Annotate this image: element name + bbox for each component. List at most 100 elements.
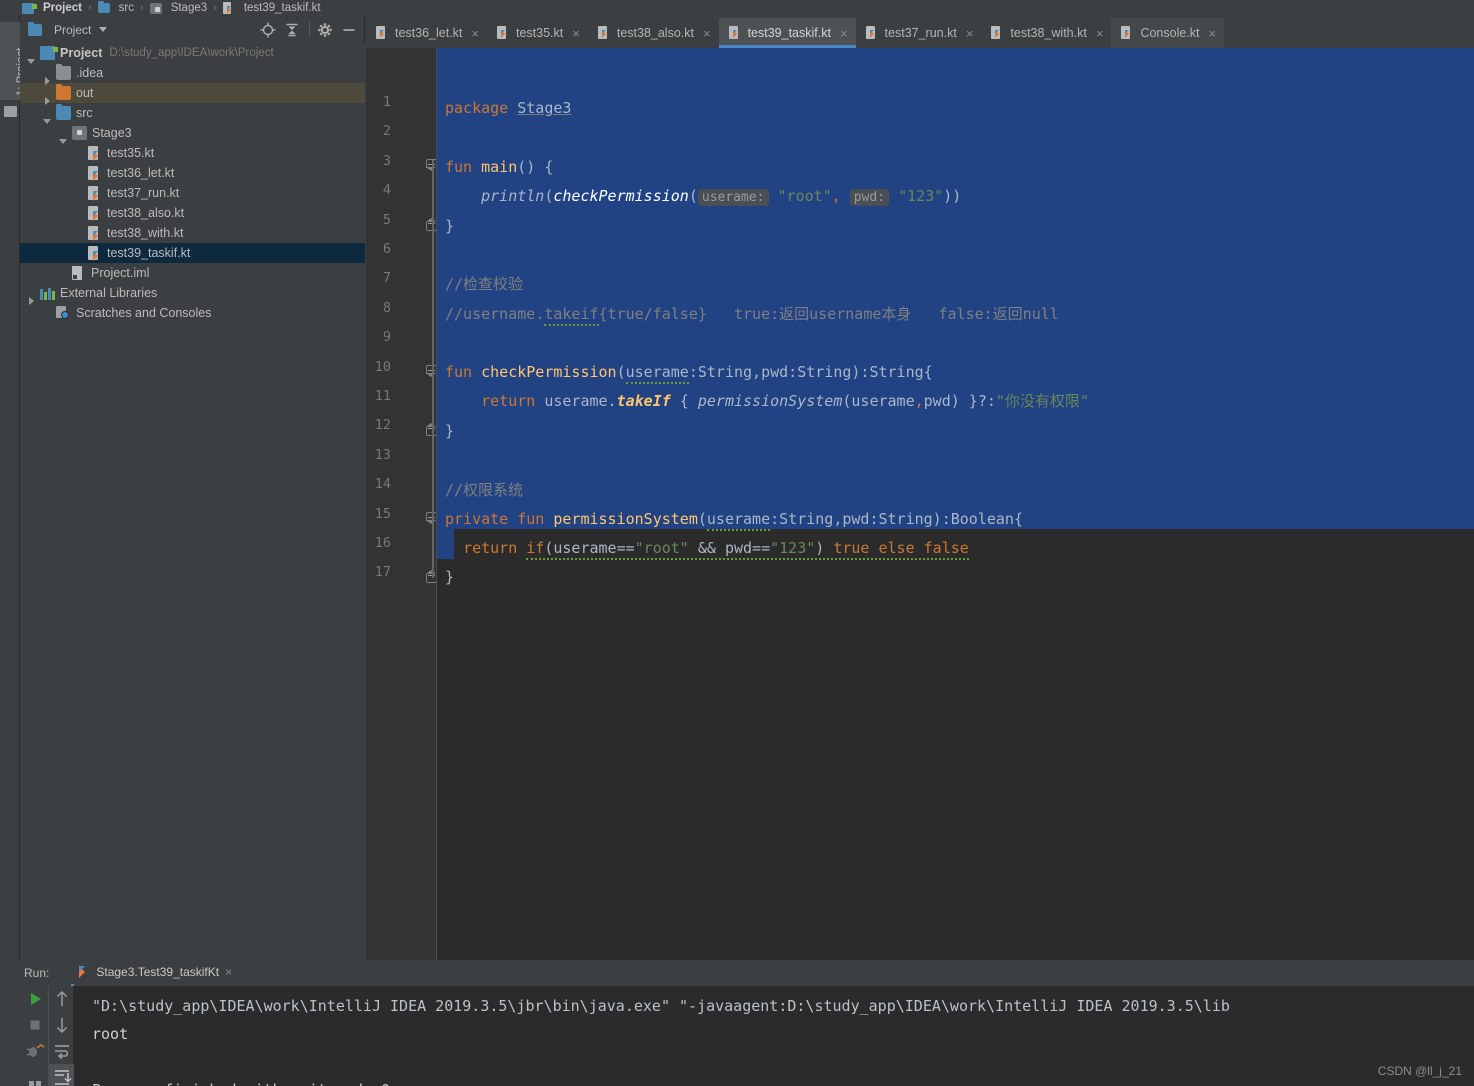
tree-item-label: test38_also.kt — [107, 206, 185, 220]
close-icon[interactable]: × — [966, 26, 974, 41]
locate-icon[interactable] — [259, 21, 277, 39]
hide-icon[interactable] — [340, 21, 358, 39]
tree-item-test38-with-kt[interactable]: test38_with.kt — [20, 223, 365, 243]
breadcrumb-label: src — [118, 2, 135, 14]
source-folder-icon — [97, 1, 110, 13]
code-line-14: //权限系统 — [445, 481, 524, 499]
tree-item--idea[interactable]: .idea — [20, 63, 365, 85]
code-line-1: package Stage3 — [445, 99, 572, 117]
tree-item-path: D:\study_app\IDEA\work\Project — [109, 47, 274, 59]
tree-item-scratches-and-consoles[interactable]: Scratches and Consoles — [20, 303, 365, 323]
line-number: 9 — [382, 329, 391, 346]
kotlin-file-icon — [88, 165, 102, 181]
tree-item-test39-taskif-kt[interactable]: test39_taskif.kt — [20, 243, 365, 263]
debug-icon[interactable] — [22, 1038, 48, 1064]
tree-item-label: Project — [60, 46, 103, 60]
tab-test38-with-kt[interactable]: test38_with.kt × — [981, 18, 1111, 48]
module-file-icon — [72, 265, 86, 281]
tree-item-label: src — [76, 106, 93, 120]
run-label: Run: — [24, 966, 50, 980]
tree-item-label: Stage3 — [92, 126, 132, 140]
code-line-4: println(checkPermission(userame: "root",… — [481, 187, 962, 206]
close-icon[interactable]: × — [840, 26, 848, 41]
kotlin-file-icon — [88, 225, 102, 241]
tree-item-out[interactable]: out — [20, 83, 365, 105]
code-line-7: //检查校验 — [445, 275, 524, 293]
close-icon[interactable]: × — [572, 26, 580, 41]
tree-item-stage3[interactable]: Stage3 — [20, 123, 365, 144]
tree-item-project-iml[interactable]: Project.iml — [20, 263, 365, 283]
tree-item-label: out — [76, 86, 94, 100]
code-text-area[interactable]: package Stage3 fun main() { println(chec… — [437, 48, 1474, 960]
project-panel-header: Project — [20, 16, 364, 43]
breadcrumb: Project › src › Stage3 › test39_taskif.k… — [0, 0, 1474, 16]
scroll-to-end-icon[interactable] — [49, 1064, 74, 1086]
rerun-icon[interactable] — [22, 986, 48, 1012]
console-output[interactable]: "D:\study_app\IDEA\work\IntelliJ IDEA 20… — [74, 986, 1474, 1086]
soft-wrap-icon[interactable] — [49, 1038, 74, 1064]
run-tool-window: Run: Stage3.Test39_taskifKt × "D:\study_… — [0, 960, 1474, 1086]
close-icon[interactable]: × — [225, 965, 232, 979]
editor-gutter[interactable]: 1 2 3 4 5 6 7 8 9 10 11 12 13 14 15 16 17 — [366, 48, 437, 960]
line-number: 11 — [374, 388, 391, 404]
library-icon — [40, 287, 55, 300]
line-number: 2 — [382, 123, 391, 140]
line-number: 17 — [374, 564, 391, 581]
tree-item-src[interactable]: src — [20, 103, 365, 124]
code-line-16: return if(userame=="root" && pwd=="123")… — [445, 534, 969, 563]
breadcrumb-item-stage3[interactable]: Stage3 — [149, 2, 208, 14]
kotlin-file-icon — [88, 185, 102, 201]
tab-test36-let-kt[interactable]: test36_let.kt × — [366, 18, 487, 48]
fold-rail — [431, 160, 434, 578]
breadcrumb-item-project[interactable]: Project — [22, 2, 82, 14]
kotlin-file-icon — [376, 26, 389, 40]
tab-test38-also-kt[interactable]: test38_also.kt × — [588, 18, 719, 48]
collapse-all-icon[interactable] — [283, 21, 301, 39]
tab-console-kt[interactable]: Console.kt × — [1111, 18, 1225, 48]
scratches-icon — [56, 306, 71, 320]
tree-item-external-libraries[interactable]: External Libraries — [20, 283, 365, 305]
code-line-11: return userame.takeIf { permissionSystem… — [481, 392, 1089, 410]
tree-item-project[interactable]: Project D:\study_app\IDEA\work\Project — [20, 43, 365, 64]
gear-icon[interactable] — [316, 21, 334, 39]
chevron-down-icon[interactable] — [99, 27, 108, 32]
close-icon[interactable]: × — [1096, 26, 1104, 41]
sidebar-button-project[interactable]: 1: Project — [0, 22, 27, 100]
tab-test39-taskif-kt[interactable]: test39_taskif.kt × — [718, 18, 856, 48]
tree-item-test35-kt[interactable]: test35.kt — [20, 143, 365, 163]
breadcrumb-label: Stage3 — [170, 2, 208, 14]
code-line-3: fun main() { — [445, 158, 554, 176]
tree-item-test36-let-kt[interactable]: test36_let.kt — [20, 163, 365, 183]
close-icon[interactable]: × — [703, 26, 711, 41]
tab-label: test38_with.kt — [1010, 26, 1087, 40]
breadcrumb-item-file[interactable]: test39_taskif.kt — [222, 1, 321, 15]
pin-icon[interactable] — [22, 1064, 48, 1086]
tab-test35-kt[interactable]: test35.kt × — [487, 18, 588, 48]
project-panel-title: Project — [54, 22, 92, 37]
project-tool-window: Project Project D:\study_app\IDEA\work\Pr… — [20, 16, 365, 960]
stop-icon[interactable] — [22, 1012, 48, 1038]
parameter-hint-userame: userame: — [697, 189, 769, 206]
breadcrumb-item-src[interactable]: src — [97, 1, 135, 14]
code-editor[interactable]: 1 2 3 4 5 6 7 8 9 10 11 12 13 14 15 16 17 package Stage3… — [366, 48, 1474, 960]
tree-item-label: External Libraries — [60, 286, 158, 300]
kotlin-file-icon — [88, 245, 102, 261]
line-number: 3 — [382, 152, 391, 169]
tab-test37-run-kt[interactable]: test37_run.kt × — [856, 18, 982, 48]
folder-icon — [56, 64, 71, 80]
close-icon[interactable]: × — [1209, 26, 1217, 41]
tree-item-label: .idea — [76, 66, 104, 80]
project-tree[interactable]: Project D:\study_app\IDEA\work\Project .id… — [20, 43, 365, 960]
code-line-10: fun checkPermission(userame:String,pwd:S… — [445, 358, 933, 387]
breadcrumb-label: Project — [43, 2, 82, 14]
tree-item-test38-also-kt[interactable]: test38_also.kt — [20, 203, 365, 223]
selection-highlight — [437, 48, 1474, 529]
up-arrow-icon[interactable] — [49, 986, 74, 1012]
tab-label: Console.kt — [1140, 26, 1200, 40]
down-arrow-icon[interactable] — [49, 1012, 74, 1038]
tree-item-label: test37_run.kt — [107, 186, 180, 200]
close-icon[interactable]: × — [471, 26, 479, 41]
tree-item-test37-run-kt[interactable]: test37_run.kt — [20, 183, 365, 203]
left-tool-strip: 1: Project — [0, 16, 27, 960]
